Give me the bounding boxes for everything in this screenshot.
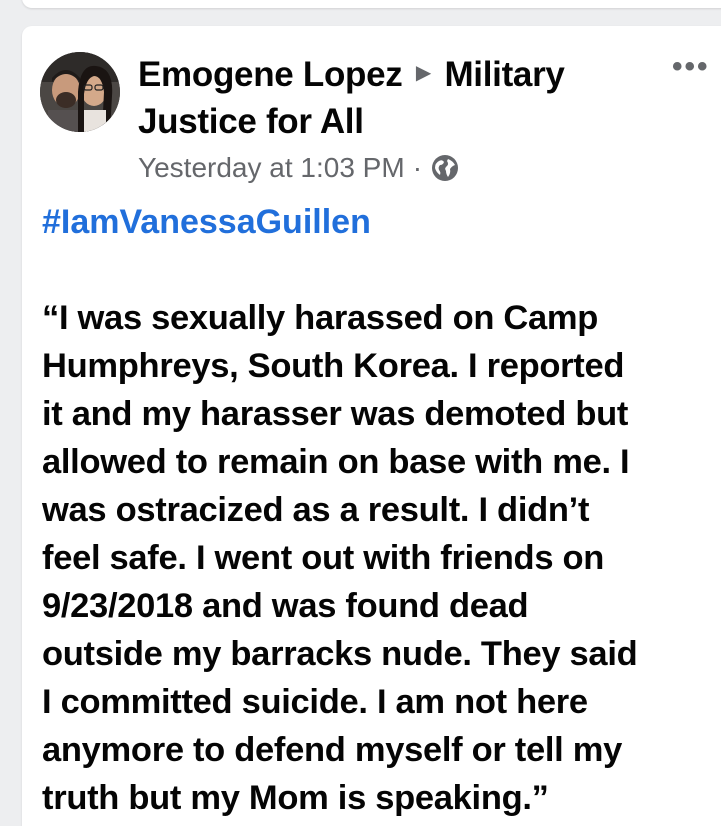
post-header-title: Emogene Lopez ▶ Military Justice for All	[138, 52, 648, 144]
hashtag-link[interactable]: #IamVanessaGuillen	[42, 198, 371, 246]
post-text-line: anymore to defend myself or tell my	[42, 731, 622, 769]
post-text-line: allowed to remain on base with me. I	[42, 443, 630, 481]
meta-separator: ·	[412, 152, 423, 183]
more-options-icon[interactable]: •••	[672, 52, 710, 82]
post-text-line: feel safe. I went out with friends on	[42, 539, 605, 577]
group-name-part2: Justice for All	[138, 102, 364, 142]
previous-post-card	[22, 0, 721, 8]
post-text-line: truth but my Mom is speaking.”	[42, 779, 549, 817]
post-text-line: it and my harasser was demoted but	[42, 395, 629, 433]
post-text-line: I committed suicide. I am not here	[42, 683, 588, 721]
globe-icon[interactable]	[430, 153, 460, 183]
author-name-link[interactable]: Emogene Lopez	[138, 55, 403, 94]
post-text-line: Humphreys, South Korea. I reported	[42, 347, 625, 385]
post-text-line: “I was sexually harassed on Camp	[42, 299, 599, 337]
post-meta: Yesterday at 1:03 PM ·	[138, 148, 460, 188]
post-text-line: was ostracized as a result. I didn’t	[42, 491, 590, 529]
post-text-line: outside my barracks nude. They said	[42, 635, 638, 673]
avatar-photo	[40, 52, 120, 132]
post-timestamp[interactable]: Yesterday at 1:03 PM	[138, 148, 405, 188]
post-body: “I was sexually harassed on Camp Humphre…	[42, 294, 717, 822]
author-avatar[interactable]	[40, 52, 120, 132]
post-text-line: 9/23/2018 and was found dead	[42, 587, 529, 625]
group-name-part1: Military	[444, 55, 565, 94]
arrow-right-icon: ▶	[415, 62, 431, 85]
